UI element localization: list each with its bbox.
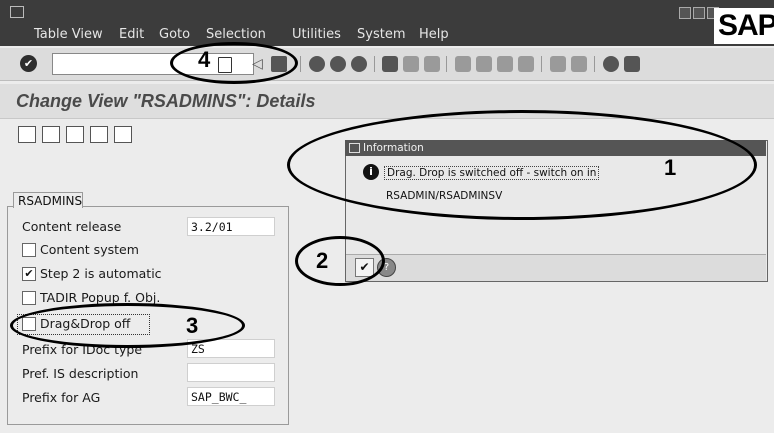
menu-edit[interactable]: Edit [119, 27, 144, 42]
pref-is-description-field[interactable] [187, 363, 275, 382]
content-system-label: Content system [40, 242, 139, 257]
previous-page-icon[interactable] [476, 56, 492, 72]
last-page-icon[interactable] [518, 56, 534, 72]
annotation-number-2: 2 [316, 248, 329, 273]
annotation-number-1: 1 [664, 155, 677, 180]
prefix-ag-label: Prefix for AG [22, 390, 101, 405]
menu-goto[interactable]: Goto [159, 27, 190, 42]
menu-table-view[interactable]: Table View [34, 27, 103, 42]
find-next-icon[interactable] [424, 56, 440, 72]
menu-help[interactable]: Help [419, 27, 449, 42]
print-icon[interactable] [382, 56, 398, 72]
page-title: Change View "RSADMINS": Details [16, 91, 316, 111]
find-icon[interactable] [403, 56, 419, 72]
menu-bar: Table View Edit Goto Selection Utilities… [0, 0, 774, 46]
content-system-checkbox[interactable] [22, 243, 36, 257]
prefix-ag-field[interactable]: SAP_BWC_ [187, 387, 275, 406]
annotation-ellipse-4 [170, 42, 298, 84]
maximize-icon[interactable] [693, 7, 705, 19]
help-icon[interactable] [603, 56, 619, 72]
annotation-ellipse-1 [287, 110, 757, 220]
step2-automatic-checkbox[interactable]: ✔ [22, 267, 36, 281]
dialog-footer [346, 254, 766, 281]
tadir-popup-checkbox[interactable] [22, 291, 36, 305]
annotation-ellipse-2 [295, 236, 385, 286]
sap-logo: SAP [714, 8, 774, 44]
next-entry-icon[interactable] [90, 126, 108, 143]
back-icon[interactable] [309, 56, 325, 72]
layout-menu-icon[interactable] [624, 56, 640, 72]
menu-utilities[interactable]: Utilities [292, 27, 341, 42]
step2-automatic-label: Step 2 is automatic [40, 266, 162, 281]
annotation-number-3: 3 [186, 313, 199, 338]
check-icon[interactable]: ✔ [20, 55, 37, 72]
group-tab-label: RSADMINS [13, 192, 83, 208]
content-release-label: Content release [22, 219, 122, 234]
content-release-field[interactable]: 3.2/01 [187, 217, 275, 236]
shortcut-icon[interactable] [571, 56, 587, 72]
system-menu-icon[interactable] [10, 6, 24, 18]
other-view-icon[interactable] [42, 126, 60, 143]
first-page-icon[interactable] [455, 56, 471, 72]
table-icon[interactable] [114, 126, 132, 143]
previous-entry-icon[interactable] [66, 126, 84, 143]
menu-system[interactable]: System [357, 27, 405, 42]
minimize-icon[interactable] [679, 7, 691, 19]
cancel-icon[interactable] [351, 56, 367, 72]
display-change-icon[interactable] [18, 126, 36, 143]
annotation-ellipse-3 [10, 303, 245, 348]
annotation-number-4: 4 [198, 47, 211, 72]
exit-icon[interactable] [330, 56, 346, 72]
next-page-icon[interactable] [497, 56, 513, 72]
menu-selection[interactable]: Selection [206, 27, 266, 42]
new-session-icon[interactable] [550, 56, 566, 72]
pref-is-description-label: Pref. IS description [22, 366, 139, 381]
